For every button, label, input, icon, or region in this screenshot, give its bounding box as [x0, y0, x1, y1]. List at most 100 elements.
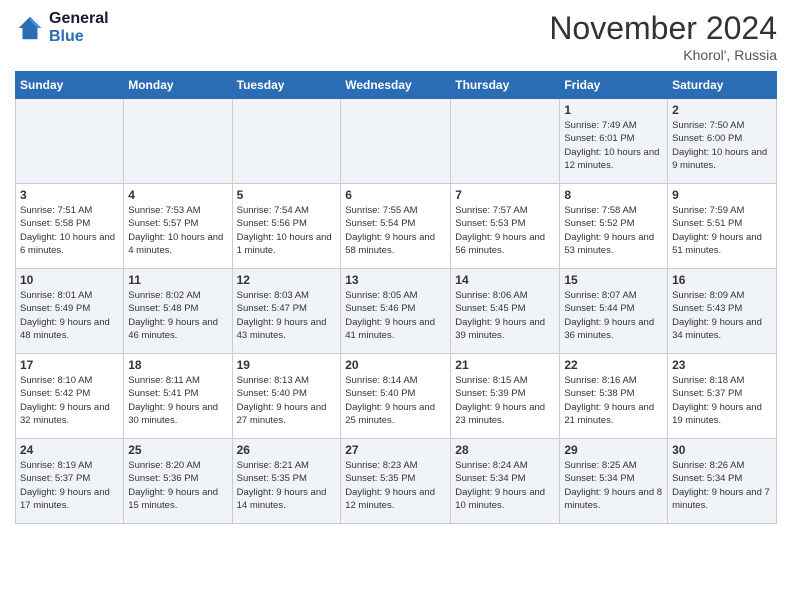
header: General Blue November 2024 Khorol', Russ… — [15, 10, 777, 63]
day-info: Sunrise: 8:09 AMSunset: 5:43 PMDaylight:… — [672, 289, 772, 342]
day-info: Sunrise: 7:58 AMSunset: 5:52 PMDaylight:… — [564, 204, 663, 257]
day-number: 14 — [455, 273, 555, 287]
calendar-cell-4-4: 20Sunrise: 8:14 AMSunset: 5:40 PMDayligh… — [341, 354, 451, 439]
day-number: 25 — [128, 443, 227, 457]
calendar-header-row: Sunday Monday Tuesday Wednesday Thursday… — [16, 72, 777, 99]
day-number: 28 — [455, 443, 555, 457]
calendar-cell-2-2: 4Sunrise: 7:53 AMSunset: 5:57 PMDaylight… — [124, 184, 232, 269]
calendar-cell-5-4: 27 Sunrise: 8:23 AMSunset: 5:35 PMDayligh… — [341, 439, 451, 524]
calendar-cell-5-6: 29 Sunrise: 8:25 AMSunset: 5:34 PMDayligh… — [560, 439, 668, 524]
calendar-week-5: 24 Sunrise: 8:19 AMSunset: 5:37 PMDayligh… — [16, 439, 777, 524]
calendar-table: Sunday Monday Tuesday Wednesday Thursday… — [15, 71, 777, 524]
day-info: Sunrise: 8:07 AMSunset: 5:44 PMDaylight:… — [564, 289, 663, 342]
day-info: Sunrise: 8:01 AMSunset: 5:49 PMDaylight:… — [20, 289, 119, 342]
day-number: 29 — [564, 443, 663, 457]
day-info: Sunrise: 8:15 AMSunset: 5:39 PMDaylight:… — [455, 374, 555, 427]
calendar-cell-5-2: 25 Sunrise: 8:20 AMSunset: 5:36 PMDayligh… — [124, 439, 232, 524]
logo-text: General Blue — [49, 10, 109, 45]
calendar-body: 1 Sunrise: 7:49 AMSunset: 6:01 PMDaylight… — [16, 99, 777, 524]
day-info: Sunrise: 8:03 AMSunset: 5:47 PMDaylight:… — [237, 289, 337, 342]
day-info: Sunrise: 7:51 AMSunset: 5:58 PMDaylight:… — [20, 204, 119, 257]
header-tuesday: Tuesday — [232, 72, 341, 99]
calendar-cell-1-4 — [341, 99, 451, 184]
calendar-cell-2-4: 6 Sunrise: 7:55 AMSunset: 5:54 PMDaylight… — [341, 184, 451, 269]
day-info: Sunrise: 8:20 AMSunset: 5:36 PMDaylight:… — [128, 459, 227, 512]
day-number: 24 — [20, 443, 119, 457]
day-info: Sunrise: 8:21 AMSunset: 5:35 PMDaylight:… — [237, 459, 337, 512]
day-number: 16 — [672, 273, 772, 287]
day-number: 27 — [345, 443, 446, 457]
calendar-cell-3-4: 13 Sunrise: 8:05 AMSunset: 5:46 PMDayligh… — [341, 269, 451, 354]
calendar-cell-3-2: 11Sunrise: 8:02 AMSunset: 5:48 PMDayligh… — [124, 269, 232, 354]
day-info: Sunrise: 8:10 AMSunset: 5:42 PMDaylight:… — [20, 374, 119, 427]
day-info: Sunrise: 8:26 AMSunset: 5:34 PMDaylight:… — [672, 459, 772, 512]
day-number: 12 — [237, 273, 337, 287]
day-number: 8 — [564, 188, 663, 202]
calendar-cell-4-2: 18 Sunrise: 8:11 AMSunset: 5:41 PMDayligh… — [124, 354, 232, 439]
calendar-cell-5-1: 24 Sunrise: 8:19 AMSunset: 5:37 PMDayligh… — [16, 439, 124, 524]
day-number: 22 — [564, 358, 663, 372]
day-number: 13 — [345, 273, 446, 287]
calendar-cell-1-1 — [16, 99, 124, 184]
day-info: Sunrise: 8:13 AMSunset: 5:40 PMDaylight:… — [237, 374, 337, 427]
calendar-cell-1-5 — [451, 99, 560, 184]
header-saturday: Saturday — [668, 72, 777, 99]
header-monday: Monday — [124, 72, 232, 99]
calendar-cell-2-5: 7Sunrise: 7:57 AMSunset: 5:53 PMDaylight… — [451, 184, 560, 269]
day-number: 10 — [20, 273, 119, 287]
calendar-cell-4-6: 22Sunrise: 8:16 AMSunset: 5:38 PMDayligh… — [560, 354, 668, 439]
calendar-cell-3-6: 15 Sunrise: 8:07 AMSunset: 5:44 PMDayligh… — [560, 269, 668, 354]
day-number: 5 — [237, 188, 337, 202]
calendar-week-4: 17Sunrise: 8:10 AMSunset: 5:42 PMDayligh… — [16, 354, 777, 439]
day-number: 4 — [128, 188, 227, 202]
calendar-cell-4-7: 23 Sunrise: 8:18 AMSunset: 5:37 PMDayligh… — [668, 354, 777, 439]
day-info: Sunrise: 8:06 AMSunset: 5:45 PMDaylight:… — [455, 289, 555, 342]
header-thursday: Thursday — [451, 72, 560, 99]
month-title: November 2024 — [549, 10, 777, 47]
day-number: 20 — [345, 358, 446, 372]
day-number: 26 — [237, 443, 337, 457]
day-number: 15 — [564, 273, 663, 287]
day-info: Sunrise: 8:11 AMSunset: 5:41 PMDaylight:… — [128, 374, 227, 427]
calendar-week-1: 1 Sunrise: 7:49 AMSunset: 6:01 PMDaylight… — [16, 99, 777, 184]
calendar-cell-4-1: 17Sunrise: 8:10 AMSunset: 5:42 PMDayligh… — [16, 354, 124, 439]
calendar-cell-5-7: 30 Sunrise: 8:26 AMSunset: 5:34 PMDayligh… — [668, 439, 777, 524]
calendar-cell-3-3: 12 Sunrise: 8:03 AMSunset: 5:47 PMDayligh… — [232, 269, 341, 354]
day-number: 19 — [237, 358, 337, 372]
calendar-cell-2-1: 3 Sunrise: 7:51 AMSunset: 5:58 PMDaylight… — [16, 184, 124, 269]
calendar-week-2: 3 Sunrise: 7:51 AMSunset: 5:58 PMDaylight… — [16, 184, 777, 269]
day-number: 2 — [672, 103, 772, 117]
day-info: Sunrise: 8:25 AMSunset: 5:34 PMDaylight:… — [564, 459, 663, 512]
day-info: Sunrise: 7:55 AMSunset: 5:54 PMDaylight:… — [345, 204, 446, 257]
calendar-cell-3-7: 16 Sunrise: 8:09 AMSunset: 5:43 PMDayligh… — [668, 269, 777, 354]
day-number: 3 — [20, 188, 119, 202]
header-sunday: Sunday — [16, 72, 124, 99]
page-container: General Blue November 2024 Khorol', Russ… — [0, 0, 792, 534]
day-info: Sunrise: 7:54 AMSunset: 5:56 PMDaylight:… — [237, 204, 337, 257]
header-friday: Friday — [560, 72, 668, 99]
calendar-cell-3-1: 10 Sunrise: 8:01 AMSunset: 5:49 PMDayligh… — [16, 269, 124, 354]
day-info: Sunrise: 8:05 AMSunset: 5:46 PMDaylight:… — [345, 289, 446, 342]
calendar-cell-1-7: 2 Sunrise: 7:50 AMSunset: 6:00 PMDaylight… — [668, 99, 777, 184]
day-number: 30 — [672, 443, 772, 457]
day-number: 23 — [672, 358, 772, 372]
calendar-cell-1-6: 1 Sunrise: 7:49 AMSunset: 6:01 PMDaylight… — [560, 99, 668, 184]
day-number: 1 — [564, 103, 663, 117]
day-number: 18 — [128, 358, 227, 372]
calendar-cell-2-7: 9Sunrise: 7:59 AMSunset: 5:51 PMDaylight… — [668, 184, 777, 269]
day-info: Sunrise: 8:19 AMSunset: 5:37 PMDaylight:… — [20, 459, 119, 512]
day-info: Sunrise: 7:49 AMSunset: 6:01 PMDaylight:… — [564, 119, 663, 172]
calendar-cell-4-3: 19 Sunrise: 8:13 AMSunset: 5:40 PMDayligh… — [232, 354, 341, 439]
day-number: 6 — [345, 188, 446, 202]
day-number: 21 — [455, 358, 555, 372]
day-info: Sunrise: 7:50 AMSunset: 6:00 PMDaylight:… — [672, 119, 772, 172]
day-number: 9 — [672, 188, 772, 202]
calendar-cell-1-3 — [232, 99, 341, 184]
calendar-cell-2-3: 5 Sunrise: 7:54 AMSunset: 5:56 PMDaylight… — [232, 184, 341, 269]
day-info: Sunrise: 7:57 AMSunset: 5:53 PMDaylight:… — [455, 204, 555, 257]
location: Khorol', Russia — [549, 47, 777, 63]
logo: General Blue — [15, 10, 109, 45]
calendar-cell-1-2 — [124, 99, 232, 184]
day-info: Sunrise: 8:23 AMSunset: 5:35 PMDaylight:… — [345, 459, 446, 512]
day-info: Sunrise: 8:18 AMSunset: 5:37 PMDaylight:… — [672, 374, 772, 427]
